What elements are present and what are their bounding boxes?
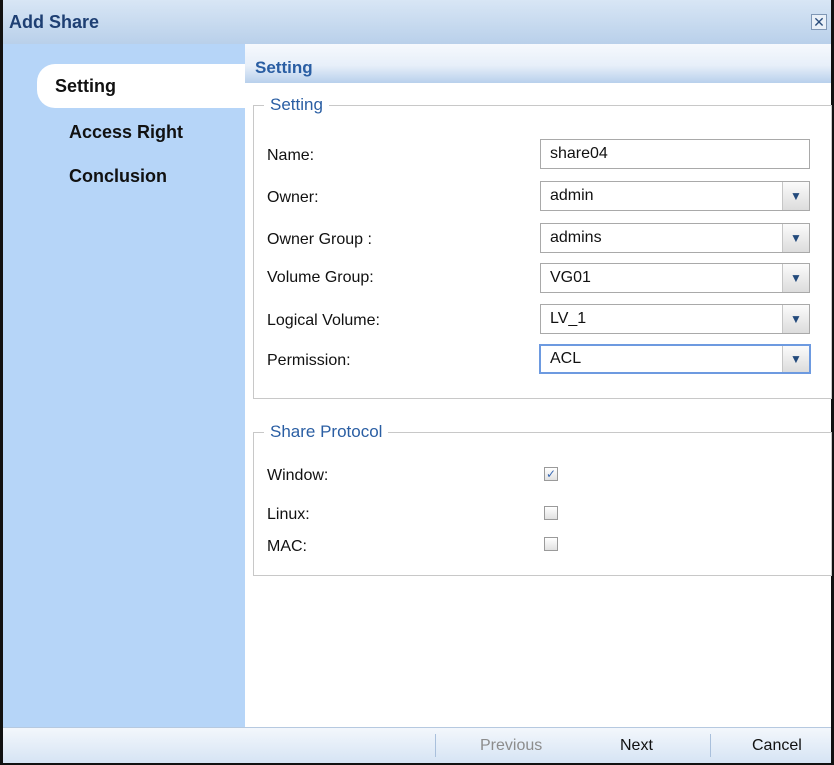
window-label: Window: <box>267 467 329 484</box>
previous-button[interactable]: Previous <box>480 737 542 755</box>
mac-label: MAC: <box>267 538 307 555</box>
chevron-down-icon[interactable]: ▼ <box>782 346 809 372</box>
name-input[interactable]: share04 <box>540 139 810 169</box>
owner-select[interactable]: admin ▼ <box>540 181 810 211</box>
dialog-title: Add Share <box>9 12 100 32</box>
name-label: Name: <box>267 147 315 164</box>
setting-legend: Setting <box>270 95 323 114</box>
title-bar: Add Share ✕ <box>3 0 831 45</box>
permission-value: ACL <box>550 350 582 367</box>
volume-group-label: Volume Group: <box>267 269 374 286</box>
cancel-button[interactable]: Cancel <box>752 737 802 755</box>
section-header: Setting <box>245 44 831 83</box>
owner-label: Owner: <box>267 189 319 206</box>
owner-value: admin <box>550 187 594 204</box>
next-button[interactable]: Next <box>620 737 653 755</box>
sidebar-item-conclusion[interactable]: Conclusion <box>69 166 167 187</box>
linux-label: Linux: <box>267 506 310 523</box>
close-icon: ✕ <box>813 14 825 30</box>
owner-group-value: admins <box>550 229 602 246</box>
content-panel: Setting Setting Name: share04 Owner: adm… <box>245 44 832 727</box>
footer-divider <box>435 734 436 757</box>
permission-select[interactable]: ACL ▼ <box>539 344 811 374</box>
dialog-footer: Previous Next Cancel <box>3 727 831 763</box>
chevron-down-icon[interactable]: ▼ <box>782 182 809 210</box>
linux-checkbox[interactable] <box>544 506 558 520</box>
share-protocol-fieldset: Share Protocol <box>253 422 832 576</box>
footer-divider <box>710 734 711 757</box>
window-checkbox[interactable]: ✓ <box>544 467 558 481</box>
share-protocol-legend: Share Protocol <box>270 422 383 441</box>
sidebar-item-access-right[interactable]: Access Right <box>69 122 183 143</box>
owner-group-select[interactable]: admins ▼ <box>540 223 810 253</box>
add-share-dialog: Add Share ✕ Setting Access Right Conclus… <box>0 0 834 765</box>
mac-checkbox[interactable] <box>544 537 558 551</box>
chevron-down-icon[interactable]: ▼ <box>782 305 809 333</box>
wizard-sidebar: Setting Access Right Conclusion <box>3 44 245 727</box>
logical-volume-value: LV_1 <box>550 310 587 327</box>
section-title: Setting <box>255 58 313 77</box>
volume-group-select[interactable]: VG01 ▼ <box>540 263 810 293</box>
chevron-down-icon[interactable]: ▼ <box>782 224 809 252</box>
volume-group-value: VG01 <box>550 269 591 286</box>
logical-volume-label: Logical Volume: <box>267 312 380 329</box>
sidebar-item-setting[interactable]: Setting <box>37 64 245 108</box>
close-button[interactable]: ✕ <box>811 14 827 30</box>
logical-volume-select[interactable]: LV_1 ▼ <box>540 304 810 334</box>
check-icon: ✓ <box>545 467 557 481</box>
chevron-down-icon[interactable]: ▼ <box>782 264 809 292</box>
permission-label: Permission: <box>267 352 351 369</box>
owner-group-label: Owner Group : <box>267 231 372 248</box>
